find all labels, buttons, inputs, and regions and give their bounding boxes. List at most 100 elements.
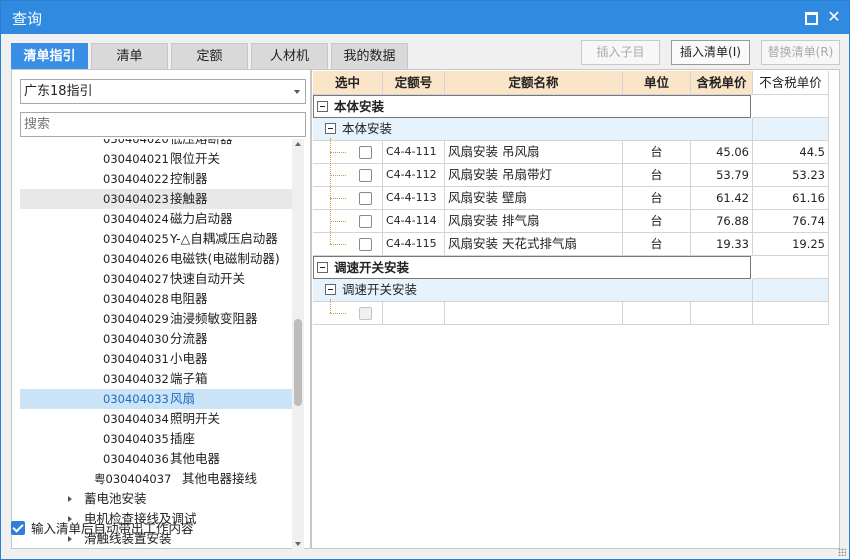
column-header[interactable]: 含税单价: [691, 71, 753, 95]
tab-list[interactable]: 清单: [91, 43, 168, 69]
quota-row[interactable]: C4-4-115 风扇安装 天花式排气扇台 19.33 19.25: [313, 233, 829, 256]
subgroup-row[interactable]: 本体安装: [313, 118, 829, 141]
tree-item[interactable]: 粤030404037 其他电器接线: [20, 469, 292, 489]
tree-item[interactable]: 030404026 电磁铁(电磁制动器): [20, 249, 292, 269]
auto-work-content-label: 输入清单后自动带出工作内容: [31, 521, 194, 536]
scroll-up-icon[interactable]: [295, 142, 301, 146]
price-without-tax: 53.23: [753, 164, 829, 187]
collapse-icon[interactable]: [317, 262, 328, 273]
tree-item[interactable]: 030404025 Y-△自耦减压启动器: [20, 229, 292, 249]
tree-item[interactable]: 030404027 快速自动开关: [20, 269, 292, 289]
tree-item-code: 030404026: [103, 252, 169, 266]
select-cell: [313, 210, 383, 233]
quota-row[interactable]: C4-4-111 风扇安装 吊风扇台 45.06 44.5: [313, 141, 829, 164]
tree-connector: [330, 299, 331, 313]
scroll-thumb[interactable]: [294, 319, 302, 406]
insert-list-button[interactable]: 插入清单(I): [671, 40, 750, 65]
quota-panel: 选中 定额号 定额名称 单位 含税单价 不含税单价 本体安装 本体安装 C4-4-111 风扇安装…: [311, 69, 840, 549]
collapse-icon[interactable]: [317, 101, 328, 112]
row-select-checkbox[interactable]: [359, 307, 372, 320]
group-row[interactable]: 调速开关安装: [313, 256, 829, 279]
tree-scrollbar[interactable]: [292, 139, 304, 549]
row-select-checkbox[interactable]: [359, 215, 372, 228]
quota-unit: 台: [623, 210, 691, 233]
tree-item[interactable]: 030404036 其他电器: [20, 449, 292, 469]
tree-item[interactable]: 030404034 照明开关: [20, 409, 292, 429]
query-dialog: 查询 ✕ 清单指引 清单 定额 人材机 我的数据 插入子目 插入清单(I) 替换…: [0, 0, 850, 560]
tab-quota[interactable]: 定额: [171, 43, 248, 69]
maximize-icon[interactable]: [801, 8, 819, 26]
tree-item[interactable]: 030404030 分流器: [20, 329, 292, 349]
tree-item[interactable]: 030404022 控制器: [20, 169, 292, 189]
quota-row[interactable]: C4-4-112 风扇安装 吊扇带灯台 53.79 53.23: [313, 164, 829, 187]
tree-item[interactable]: 030404035 插座: [20, 429, 292, 449]
group-title: 本体安装: [334, 99, 385, 114]
column-header[interactable]: 选中: [313, 71, 383, 95]
tree-item-name: 限位开关: [170, 151, 221, 166]
quota-code: C4-4-114: [383, 210, 445, 233]
subgroup-title-cell: 调速开关安装: [313, 279, 753, 302]
tree-item[interactable]: 030404020低压熔断器: [20, 139, 292, 149]
expand-arrow-icon[interactable]: [68, 496, 72, 502]
select-cell: [313, 233, 383, 256]
tree-item[interactable]: 030404028 电阻器: [20, 289, 292, 309]
tree-connector: [330, 221, 346, 222]
auto-work-content-checkbox[interactable]: [11, 521, 25, 535]
guide-select[interactable]: 广东18指引: [20, 79, 306, 104]
tree-item-name: 端子箱: [170, 371, 208, 386]
empty-cell: [753, 95, 829, 118]
column-header[interactable]: 不含税单价: [753, 71, 829, 95]
tree-folder[interactable]: 蓄电池安装: [20, 489, 292, 509]
tree-connector: [330, 152, 346, 153]
tree-item[interactable]: 030404021 限位开关: [20, 149, 292, 169]
group-row[interactable]: 本体安装: [313, 95, 829, 118]
row-select-checkbox[interactable]: [359, 238, 372, 251]
tree-item-code: 030404031: [103, 352, 169, 366]
row-select-checkbox[interactable]: [359, 192, 372, 205]
select-cell: [313, 302, 383, 325]
scroll-down-icon[interactable]: [295, 542, 301, 546]
quota-name: [445, 302, 623, 325]
quota-row[interactable]: C4-4-114 风扇安装 排气扇台 76.88 76.74: [313, 210, 829, 233]
collapse-icon[interactable]: [325, 284, 336, 295]
column-header[interactable]: 定额名称: [445, 71, 623, 95]
tab-list-guide[interactable]: 清单指引: [11, 43, 88, 69]
column-header[interactable]: 单位: [623, 71, 691, 95]
quota-row[interactable]: C4-4-113 风扇安装 壁扇台 61.42 61.16: [313, 187, 829, 210]
subgroup-title: 调速开关安装: [342, 282, 418, 297]
resize-grip-icon[interactable]: [838, 548, 846, 556]
subgroup-row[interactable]: 调速开关安装: [313, 279, 829, 302]
close-icon[interactable]: ✕: [825, 8, 843, 26]
tree-item-name: 接触器: [170, 191, 208, 206]
tab-labor-material-machine[interactable]: 人材机: [251, 43, 328, 69]
tree-item-code: 030404032: [103, 372, 169, 386]
chevron-down-icon: [294, 90, 300, 94]
tree-item[interactable]: 030404029 油浸频敏变阻器: [20, 309, 292, 329]
row-select-checkbox[interactable]: [359, 146, 372, 159]
tree-item[interactable]: 030404032 端子箱: [20, 369, 292, 389]
guide-tree: 030404020低压熔断器030404021限位开关030404022控制器0…: [20, 139, 292, 549]
tree-connector: [330, 244, 346, 245]
collapse-icon[interactable]: [325, 123, 336, 134]
tree-item-name: 控制器: [170, 171, 208, 186]
tree-item-name: 风扇: [170, 391, 196, 406]
tree-item[interactable]: 030404023 接触器: [20, 189, 292, 209]
price-with-tax: 45.06: [691, 141, 753, 164]
quota-row[interactable]: [313, 302, 829, 325]
tree-item-name: Y-△自耦减压启动器: [170, 231, 278, 246]
tree-item[interactable]: 030404031 小电器: [20, 349, 292, 369]
price-without-tax: 19.25: [753, 233, 829, 256]
tree-item-name: 电阻器: [170, 291, 208, 306]
tab-my-data[interactable]: 我的数据: [331, 43, 408, 69]
group-title-cell: 本体安装: [313, 95, 751, 118]
row-select-checkbox[interactable]: [359, 169, 372, 182]
replace-list-button[interactable]: 替换清单(R): [761, 40, 840, 65]
tree-item[interactable]: 030404033 风扇: [20, 389, 292, 409]
quota-unit: 台: [623, 233, 691, 256]
quota-code: C4-4-112: [383, 164, 445, 187]
tree-item[interactable]: 030404024 磁力启动器: [20, 209, 292, 229]
column-header[interactable]: 定额号: [383, 71, 445, 95]
insert-child-button[interactable]: 插入子目: [581, 40, 660, 65]
quota-unit: [623, 302, 691, 325]
search-input[interactable]: 搜索: [20, 112, 306, 137]
